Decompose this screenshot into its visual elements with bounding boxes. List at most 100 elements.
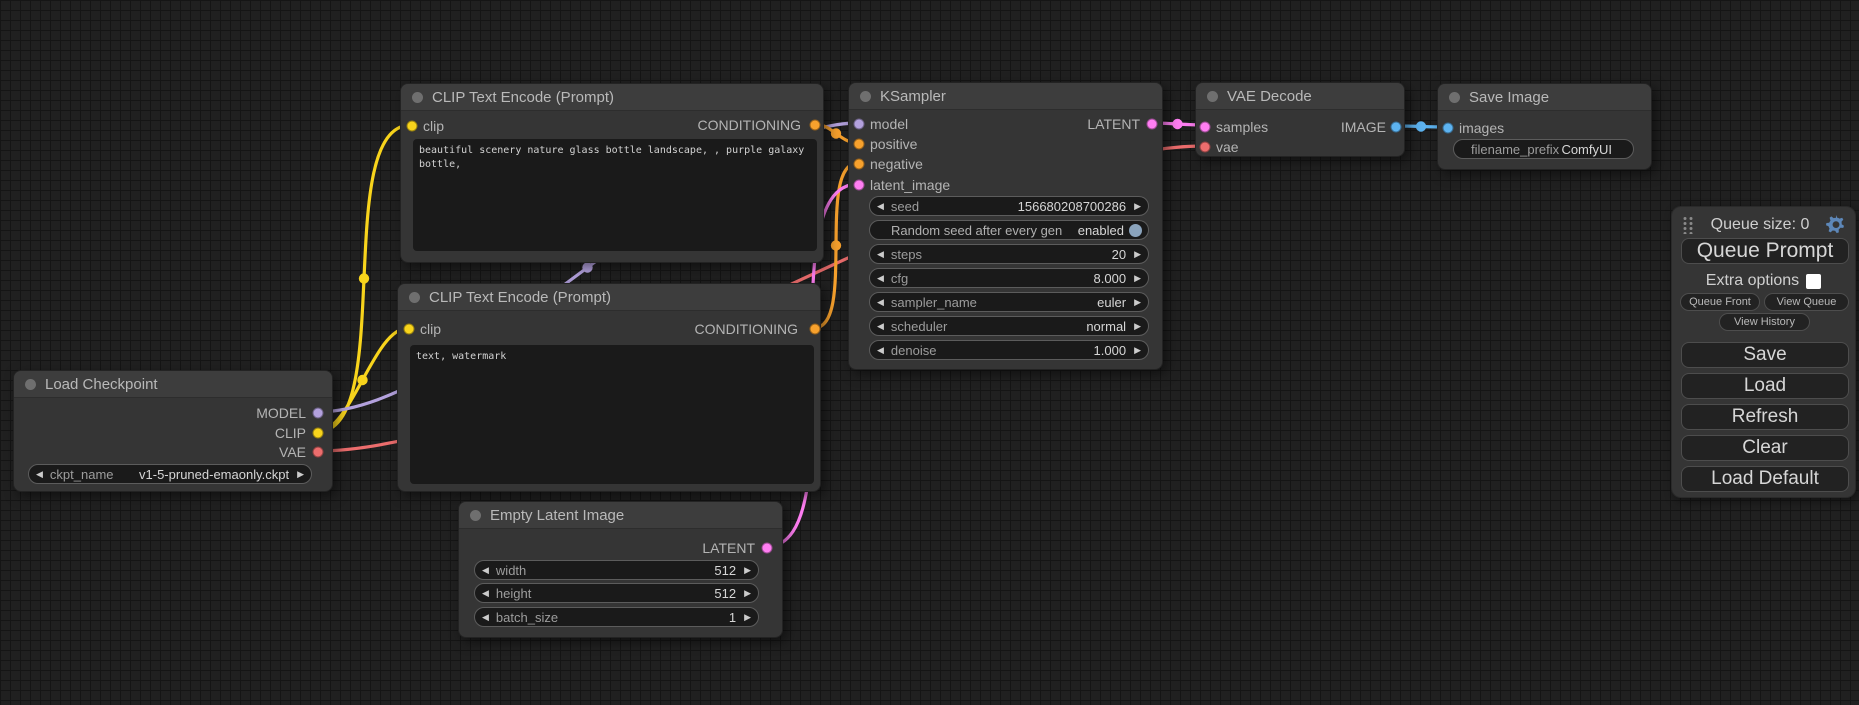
node-clip-text-encode-negative[interactable]: CLIP Text Encode (Prompt) clip CONDITION… (397, 283, 821, 492)
output-port-latent[interactable] (1147, 119, 1158, 130)
node-title-bar[interactable]: CLIP Text Encode (Prompt) (398, 284, 820, 311)
output-port-clip[interactable] (313, 428, 324, 439)
input-port-clip[interactable] (407, 121, 418, 132)
stepper-left-arrow-icon[interactable]: ◀ (482, 566, 489, 575)
widget-value: 1.000 (1094, 343, 1127, 358)
input-port-vae[interactable] (1200, 142, 1211, 153)
collapse-dot-icon[interactable] (470, 510, 481, 521)
stepper-right-arrow-icon[interactable]: ▶ (1134, 250, 1141, 259)
stepper-right-arrow-icon[interactable]: ▶ (744, 589, 751, 598)
steps-stepper[interactable]: ◀ steps 20 ▶ (869, 244, 1149, 264)
output-label-conditioning: CONDITIONING (698, 117, 801, 133)
input-label-clip: clip (420, 321, 441, 337)
output-label-conditioning: CONDITIONING (695, 321, 798, 337)
height-stepper[interactable]: ◀ height 512 ▶ (474, 583, 759, 603)
combo-right-arrow-icon[interactable]: ▶ (1134, 298, 1141, 307)
node-title: Empty Latent Image (490, 507, 624, 524)
combo-right-arrow-icon[interactable]: ▶ (297, 470, 304, 479)
denoise-stepper[interactable]: ◀ denoise 1.000 ▶ (869, 340, 1149, 360)
node-title-bar[interactable]: Empty Latent Image (459, 502, 782, 529)
stepper-left-arrow-icon[interactable]: ◀ (482, 589, 489, 598)
view-queue-button[interactable]: View Queue (1764, 293, 1849, 311)
node-title: CLIP Text Encode (Prompt) (429, 289, 611, 306)
combo-left-arrow-icon[interactable]: ◀ (877, 322, 884, 331)
node-clip-text-encode-positive[interactable]: CLIP Text Encode (Prompt) clip CONDITION… (400, 83, 824, 263)
input-port-images[interactable] (1443, 123, 1454, 134)
node-empty-latent-image[interactable]: Empty Latent Image LATENT ◀ width 512 ▶ … (458, 501, 783, 638)
collapse-dot-icon[interactable] (860, 91, 871, 102)
comfyui-canvas[interactable]: { "colors": { "model": "#b3a1dd", "clip"… (0, 0, 1859, 705)
load-button[interactable]: Load (1681, 373, 1849, 399)
stepper-left-arrow-icon[interactable]: ◀ (877, 346, 884, 355)
scheduler-combo[interactable]: ◀ scheduler normal ▶ (869, 316, 1149, 336)
stepper-right-arrow-icon[interactable]: ▶ (1134, 202, 1141, 211)
comfy-menu-panel[interactable]: Queue size: 0 Queue Prompt Extra options… (1671, 206, 1856, 498)
settings-gear-icon[interactable] (1826, 215, 1846, 235)
width-stepper[interactable]: ◀ width 512 ▶ (474, 560, 759, 580)
widget-label: Random seed after every gen (891, 223, 1062, 238)
input-port-samples[interactable] (1200, 122, 1211, 133)
prompt-textarea[interactable]: text, watermark (410, 345, 814, 484)
combo-left-arrow-icon[interactable]: ◀ (877, 298, 884, 307)
prompt-textarea[interactable]: beautiful scenery nature glass bottle la… (413, 139, 817, 251)
output-port-vae[interactable] (313, 447, 324, 458)
node-title-bar[interactable]: Save Image (1438, 84, 1651, 111)
queue-front-button[interactable]: Queue Front (1680, 293, 1760, 311)
collapse-dot-icon[interactable] (1207, 91, 1218, 102)
input-port-model[interactable] (854, 119, 865, 130)
drag-handle-icon[interactable] (1682, 216, 1694, 234)
seed-stepper[interactable]: ◀ seed 156680208700286 ▶ (869, 196, 1149, 216)
output-port-conditioning[interactable] (810, 324, 821, 335)
stepper-left-arrow-icon[interactable]: ◀ (877, 274, 884, 283)
extra-options-checkbox[interactable] (1806, 274, 1821, 289)
stepper-right-arrow-icon[interactable]: ▶ (1134, 274, 1141, 283)
cfg-stepper[interactable]: ◀ cfg 8.000 ▶ (869, 268, 1149, 288)
node-title: Save Image (1469, 89, 1549, 106)
collapse-dot-icon[interactable] (1449, 92, 1460, 103)
load-default-button[interactable]: Load Default (1681, 466, 1849, 492)
node-vae-decode[interactable]: VAE Decode samples vae IMAGE (1195, 82, 1405, 157)
output-port-conditioning[interactable] (810, 120, 821, 131)
input-port-clip[interactable] (404, 324, 415, 335)
extra-options-row: Extra options (1672, 271, 1855, 291)
stepper-left-arrow-icon[interactable]: ◀ (877, 202, 884, 211)
node-ksampler[interactable]: KSampler model positive negative latent_… (848, 82, 1163, 370)
queue-prompt-button[interactable]: Queue Prompt (1681, 238, 1849, 264)
combo-left-arrow-icon[interactable]: ◀ (36, 470, 43, 479)
stepper-right-arrow-icon[interactable]: ▶ (744, 613, 751, 622)
collapse-dot-icon[interactable] (412, 92, 423, 103)
sampler-name-combo[interactable]: ◀ sampler_name euler ▶ (869, 292, 1149, 312)
collapse-dot-icon[interactable] (25, 379, 36, 390)
extra-options-label: Extra options (1706, 272, 1799, 290)
collapse-dot-icon[interactable] (409, 292, 420, 303)
refresh-button[interactable]: Refresh (1681, 404, 1849, 430)
input-port-latent-image[interactable] (854, 180, 865, 191)
node-title-bar[interactable]: CLIP Text Encode (Prompt) (401, 84, 823, 111)
input-port-negative[interactable] (854, 159, 865, 170)
stepper-right-arrow-icon[interactable]: ▶ (744, 566, 751, 575)
output-port-model[interactable] (313, 408, 324, 419)
node-load-checkpoint[interactable]: Load Checkpoint MODEL CLIP VAE ◀ ckpt_na… (13, 370, 333, 492)
view-history-button[interactable]: View History (1719, 313, 1810, 331)
widget-label: filename_prefix (1471, 142, 1559, 157)
ckpt-name-combo[interactable]: ◀ ckpt_name v1-5-pruned-emaonly.ckpt ▶ (28, 464, 312, 484)
input-label-images: images (1459, 120, 1504, 136)
stepper-right-arrow-icon[interactable]: ▶ (1134, 346, 1141, 355)
batch-size-stepper[interactable]: ◀ batch_size 1 ▶ (474, 607, 759, 627)
node-title-bar[interactable]: KSampler (849, 83, 1162, 110)
node-save-image[interactable]: Save Image images filename_prefix ComfyU… (1437, 83, 1652, 170)
toggle-dot-icon[interactable] (1129, 224, 1142, 237)
output-port-image[interactable] (1391, 122, 1402, 133)
filename-prefix-field[interactable]: filename_prefix ComfyUI (1453, 139, 1634, 159)
stepper-left-arrow-icon[interactable]: ◀ (482, 613, 489, 622)
output-port-latent[interactable] (762, 543, 773, 554)
node-title-bar[interactable]: Load Checkpoint (14, 371, 332, 398)
save-button[interactable]: Save (1681, 342, 1849, 368)
clear-button[interactable]: Clear (1681, 435, 1849, 461)
random-seed-toggle[interactable]: Random seed after every gen enabled (869, 220, 1149, 240)
combo-right-arrow-icon[interactable]: ▶ (1134, 322, 1141, 331)
stepper-left-arrow-icon[interactable]: ◀ (877, 250, 884, 259)
node-title-bar[interactable]: VAE Decode (1196, 83, 1404, 110)
input-port-positive[interactable] (854, 139, 865, 150)
widget-label: steps (891, 247, 922, 262)
